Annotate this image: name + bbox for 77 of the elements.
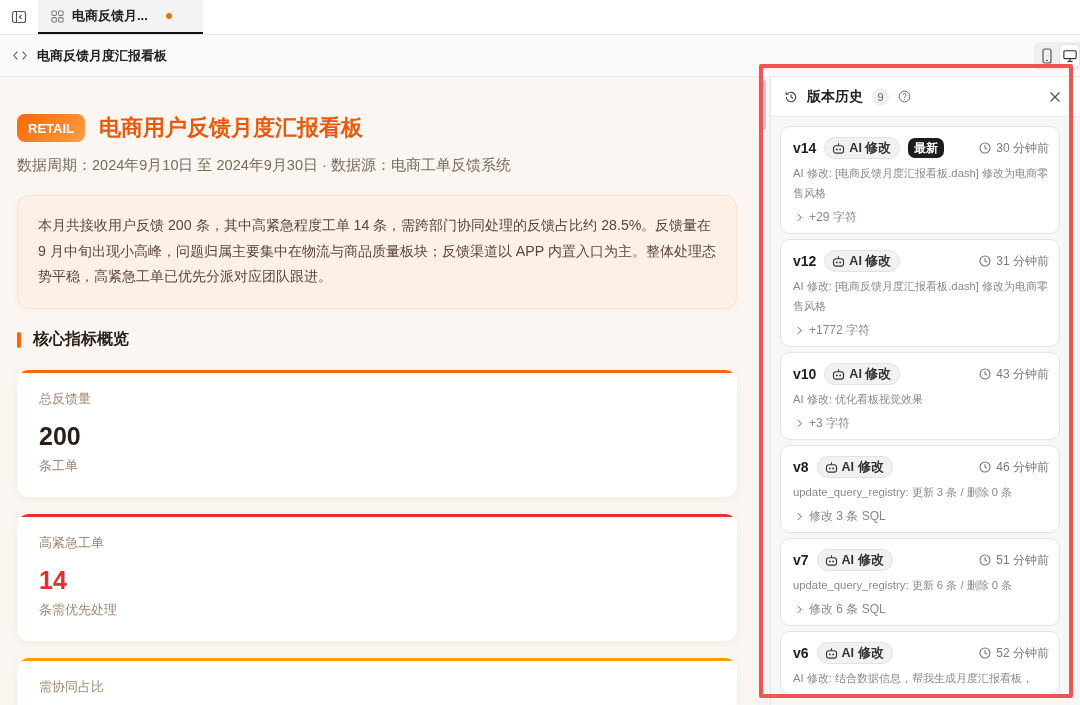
metric-value: 14: [39, 564, 68, 595]
source-tag-text: AI 修改: [849, 252, 892, 270]
help-icon: [898, 90, 911, 103]
version-label: v7: [793, 552, 809, 568]
version-card[interactable]: v14 AI 修改 最新 30 分钟前 AI 修改: [电商反馈月度汇报看板.dash] 修改为电商零售风格 +29 字符: [780, 126, 1060, 234]
section-marker-icon: [17, 331, 21, 348]
change-summary-toggle[interactable]: +3 字符: [793, 413, 850, 433]
clock-icon: [979, 368, 992, 380]
metric-label: 高紧急工单: [39, 533, 105, 552]
metric-unit: 条工单: [39, 456, 79, 475]
metric-label: 需协同占比: [39, 677, 105, 696]
close-icon: [1049, 90, 1061, 103]
timestamp: 43 分钟前: [996, 365, 1049, 383]
phone-icon: [1041, 47, 1053, 64]
category-badge: RETAIL: [17, 114, 85, 142]
latest-badge: 最新: [908, 138, 945, 158]
grid-icon: [51, 9, 64, 23]
robot-icon: [832, 367, 846, 381]
source-tag-text: AI 修改: [841, 551, 884, 569]
dashboard-name: 电商反馈月度汇报看板: [37, 46, 167, 65]
source-tag-text: AI 修改: [841, 644, 884, 662]
clock-icon: [979, 461, 992, 473]
desktop-view-button[interactable]: [1059, 43, 1080, 68]
version-label: v10: [793, 366, 817, 382]
version-count: 9: [872, 87, 889, 106]
version-description: AI 修改: 优化看板视觉效果: [793, 392, 925, 407]
change-summary-toggle[interactable]: 修改 6 条 SQL: [793, 599, 886, 619]
version-card[interactable]: v6 AI 修改 52 分钟前 AI 修改: 结合数据信息，帮我生成月度汇报看板，: [780, 631, 1060, 695]
version-label: v12: [793, 253, 817, 269]
metric-unit: 条需优先处理: [39, 600, 118, 619]
timestamp: 52 分钟前: [996, 644, 1049, 662]
version-description: AI 修改: [电商反馈月度汇报看板.dash] 修改为电商零售风格: [793, 279, 1050, 314]
clock-icon: [979, 554, 992, 566]
version-label: v8: [793, 459, 809, 475]
version-description: update_query_registry: 更新 6 条 / 删除 0 条: [793, 578, 1014, 593]
source-tag-text: AI 修改: [849, 139, 892, 157]
timestamp: 30 分钟前: [996, 139, 1049, 157]
version-label: v14: [793, 140, 817, 156]
clock-icon: [979, 255, 992, 267]
version-description: update_query_registry: 更新 3 条 / 删除 0 条: [793, 485, 1014, 500]
timestamp: 46 分钟前: [996, 458, 1049, 476]
timestamp: 31 分钟前: [996, 252, 1049, 270]
robot-icon: [824, 646, 838, 660]
robot-icon: [824, 460, 838, 474]
version-description: AI 修改: 结合数据信息，帮我生成月度汇报看板，: [793, 671, 1035, 686]
robot-icon: [832, 141, 846, 155]
clock-icon: [979, 647, 992, 659]
close-button[interactable]: [1049, 90, 1061, 103]
version-description: AI 修改: [电商反馈月度汇报看板.dash] 修改为电商零售风格: [793, 166, 1050, 201]
change-summary-toggle[interactable]: 修改 3 条 SQL: [793, 506, 886, 526]
sidebar-toggle-icon: [11, 9, 27, 25]
version-card[interactable]: v10 AI 修改 43 分钟前 AI 修改: 优化看板视觉效果 +3 字符: [780, 352, 1060, 440]
dashboard-title: 电商用户反馈月度汇报看板: [99, 114, 363, 142]
dashboard-subtitle: 数据周期：2024年9月10日 至 2024年9月30日 · 数据源：电商工单反馈系统: [17, 156, 512, 175]
source-tag-text: AI 修改: [841, 458, 884, 476]
monitor-icon: [1062, 48, 1077, 63]
robot-icon: [824, 553, 838, 567]
robot-icon: [832, 254, 846, 268]
history-icon: [784, 89, 798, 104]
source-tag-text: AI 修改: [849, 365, 892, 383]
file-tab[interactable]: 电商反馈月...: [38, 0, 203, 34]
metric-label: 总反馈量: [39, 389, 92, 408]
section-title: 核心指标概览: [33, 329, 129, 349]
help-button[interactable]: [898, 90, 911, 103]
panel-title: 版本历史: [807, 87, 863, 106]
scrollbar-thumb[interactable]: [762, 80, 766, 130]
timestamp: 51 分钟前: [996, 551, 1049, 569]
metric-value: 200: [39, 420, 82, 451]
version-label: v6: [793, 645, 809, 661]
version-card[interactable]: v7 AI 修改 51 分钟前 update_query_registry: 更新 6 条 / 删除 0 条 修改 6 条 SQL: [780, 538, 1060, 626]
version-card[interactable]: v12 AI 修改 31 分钟前 AI 修改: [电商反馈月度汇报看板.dash] 修改为电商零售风格 +1772 字符: [780, 239, 1060, 347]
change-summary-toggle[interactable]: +29 字符: [793, 207, 857, 227]
clock-icon: [979, 142, 992, 154]
summary-text: 本月共接收用户反馈 200 条，其中高紧急程度工单 14 条，需跨部门协同处理的反馈占比约 28.5%。反馈量在 9 月中旬出现小高峰，问题归属主要集中在物流与商品质量板块；反馈渠道以 APP 内置入口为主。整体处理态势平稳，高紧急工单已优先分派对应团队跟进。: [38, 216, 717, 286]
code-icon: [13, 50, 27, 61]
change-summary-toggle[interactable]: +1772 字符: [793, 320, 871, 340]
version-card[interactable]: v8 AI 修改 46 分钟前 update_query_registry: 更新 3 条 / 删除 0 条 修改 3 条 SQL: [780, 445, 1060, 533]
